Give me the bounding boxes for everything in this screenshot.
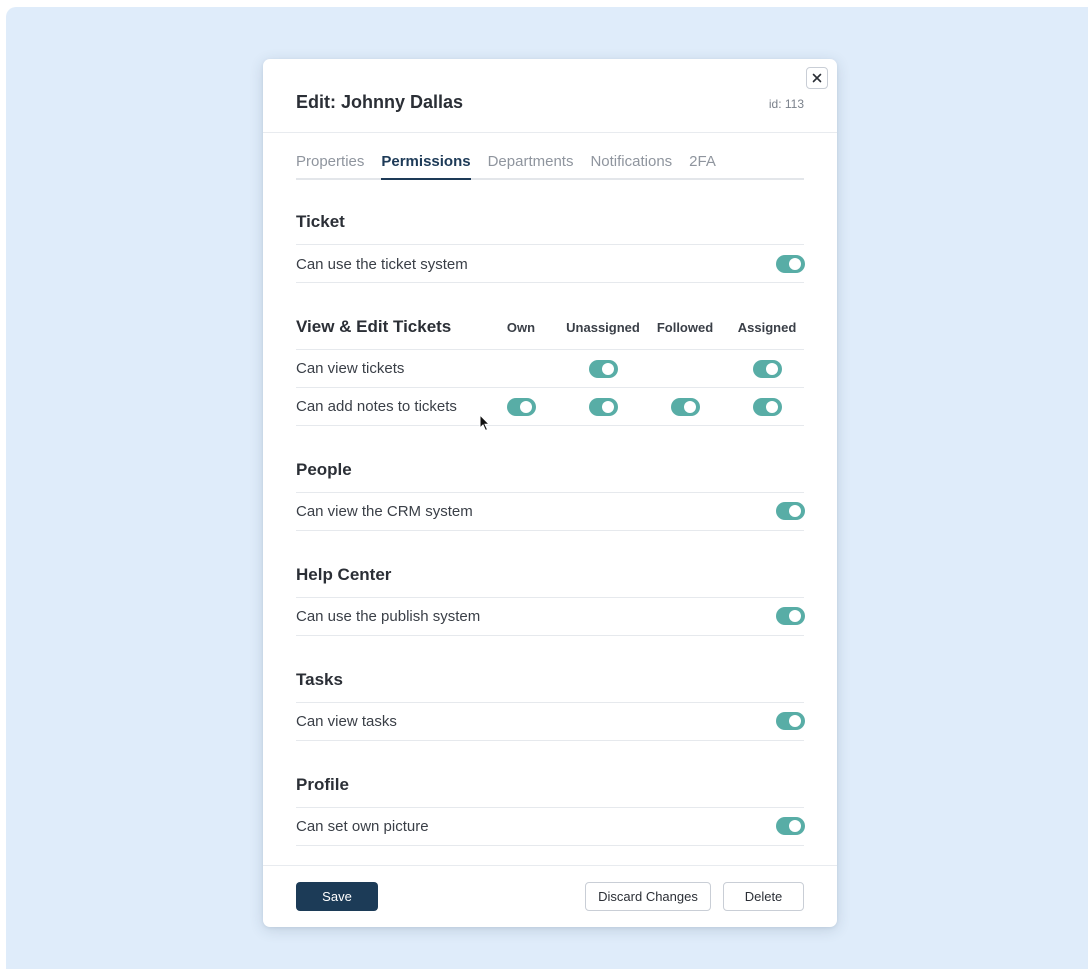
permission-label: Can use the ticket system <box>296 256 468 273</box>
tab-departments[interactable]: Departments <box>488 153 574 178</box>
divider <box>296 349 804 350</box>
tab-notifications[interactable]: Notifications <box>590 153 672 178</box>
column-header-assigned: Assigned <box>737 320 797 335</box>
divider <box>296 244 804 245</box>
column-header-own: Own <box>506 320 536 335</box>
mouse-pointer-icon <box>479 414 491 432</box>
column-header-unassigned: Unassigned <box>566 320 640 335</box>
crm-system-toggle[interactable] <box>776 502 805 520</box>
view-tasks-toggle[interactable] <box>776 712 805 730</box>
edit-user-modal: Edit: Johnny Dallas id: 113 Properties P… <box>263 59 837 927</box>
modal-title: Edit: Johnny Dallas <box>296 92 464 112</box>
tab-2fa[interactable]: 2FA <box>689 153 716 178</box>
ticket-system-toggle[interactable] <box>776 255 805 273</box>
close-button[interactable] <box>806 67 828 89</box>
add-notes-unassigned-toggle[interactable] <box>589 398 618 416</box>
section-title-view-edit: View & Edit Tickets <box>296 317 452 336</box>
publish-system-toggle[interactable] <box>776 607 805 625</box>
divider <box>296 425 804 426</box>
divider <box>296 387 804 388</box>
user-id-label: id: 113 <box>768 97 804 111</box>
tab-permissions[interactable]: Permissions <box>381 153 471 180</box>
divider <box>296 282 804 283</box>
own-picture-toggle[interactable] <box>776 817 805 835</box>
divider <box>296 597 804 598</box>
save-button[interactable]: Save <box>296 882 378 911</box>
column-header-followed: Followed <box>656 320 714 335</box>
permission-label: Can view the CRM system <box>296 503 473 520</box>
modal-header: Edit: Johnny Dallas id: 113 <box>263 59 837 133</box>
divider <box>296 807 804 808</box>
delete-button[interactable]: Delete <box>723 882 804 911</box>
tab-properties[interactable]: Properties <box>296 153 364 178</box>
footer-divider <box>263 865 837 866</box>
permission-label: Can add notes to tickets <box>296 398 457 415</box>
section-title-people: People <box>296 460 352 479</box>
discard-changes-button[interactable]: Discard Changes <box>585 882 711 911</box>
divider <box>296 740 804 741</box>
section-title-help-center: Help Center <box>296 565 392 584</box>
section-title-tasks: Tasks <box>296 670 343 689</box>
section-title-profile: Profile <box>296 775 349 794</box>
divider <box>296 530 804 531</box>
add-notes-followed-toggle[interactable] <box>671 398 700 416</box>
close-icon <box>812 73 822 83</box>
divider <box>296 845 804 846</box>
permission-label: Can view tasks <box>296 713 397 730</box>
divider <box>296 635 804 636</box>
permission-label: Can view tickets <box>296 360 405 377</box>
permission-label: Can set own picture <box>296 818 429 835</box>
view-tickets-unassigned-toggle[interactable] <box>589 360 618 378</box>
section-title-ticket: Ticket <box>296 212 345 231</box>
add-notes-assigned-toggle[interactable] <box>753 398 782 416</box>
divider <box>296 702 804 703</box>
permission-label: Can use the publish system <box>296 608 481 625</box>
view-tickets-assigned-toggle[interactable] <box>753 360 782 378</box>
add-notes-own-toggle[interactable] <box>507 398 536 416</box>
tab-bar: Properties Permissions Departments Notif… <box>296 153 804 180</box>
divider <box>296 492 804 493</box>
